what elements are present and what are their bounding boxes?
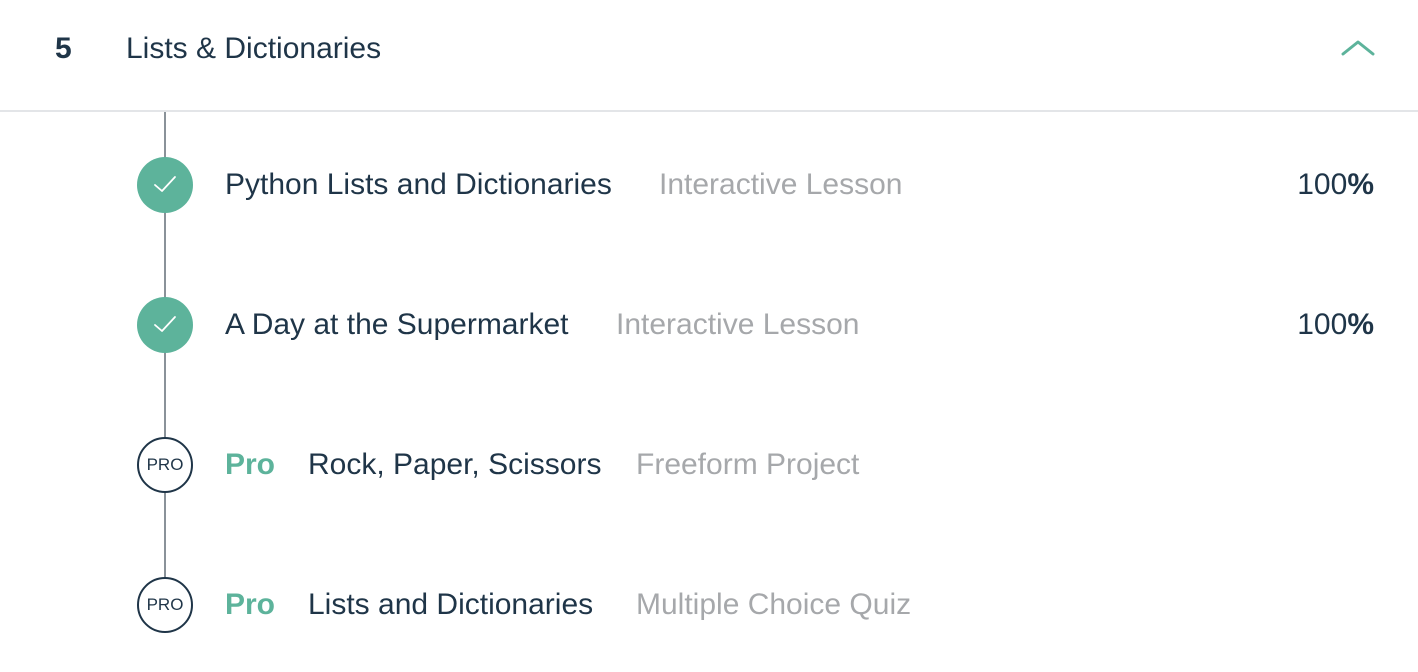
item-type: Interactive Lesson: [616, 308, 860, 341]
list-item[interactable]: PRO Pro Rock, Paper, Scissors Freeform P…: [0, 434, 1418, 494]
pro-label: Pro: [225, 588, 276, 621]
list-item[interactable]: Python Lists and Dictionaries Interactiv…: [0, 154, 1418, 214]
unit-number: 5: [55, 32, 72, 65]
item-type: Interactive Lesson: [659, 168, 903, 201]
chevron-up-icon[interactable]: [1340, 36, 1376, 58]
progress-value: 100%: [1297, 168, 1374, 201]
pro-badge-icon: PRO: [137, 437, 193, 493]
item-type: Freeform Project: [636, 448, 860, 481]
checkmark-icon: [137, 157, 193, 213]
unit-header[interactable]: 5 Lists & Dictionaries: [0, 0, 1418, 112]
list-item[interactable]: A Day at the Supermarket Interactive Les…: [0, 294, 1418, 354]
item-type: Multiple Choice Quiz: [636, 588, 912, 621]
list-item[interactable]: PRO Pro Lists and Dictionaries Multiple …: [0, 574, 1418, 634]
checkmark-icon: [137, 297, 193, 353]
item-title[interactable]: Lists and Dictionaries: [308, 585, 593, 625]
item-title[interactable]: Rock, Paper, Scissors: [308, 445, 601, 485]
item-title[interactable]: Python Lists and Dictionaries: [225, 165, 612, 205]
pro-label: Pro: [225, 448, 276, 481]
pro-badge-icon: PRO: [137, 577, 193, 633]
progress-value: 100%: [1297, 308, 1374, 341]
item-title[interactable]: A Day at the Supermarket: [225, 305, 569, 345]
unit-title: Lists & Dictionaries: [126, 32, 382, 65]
